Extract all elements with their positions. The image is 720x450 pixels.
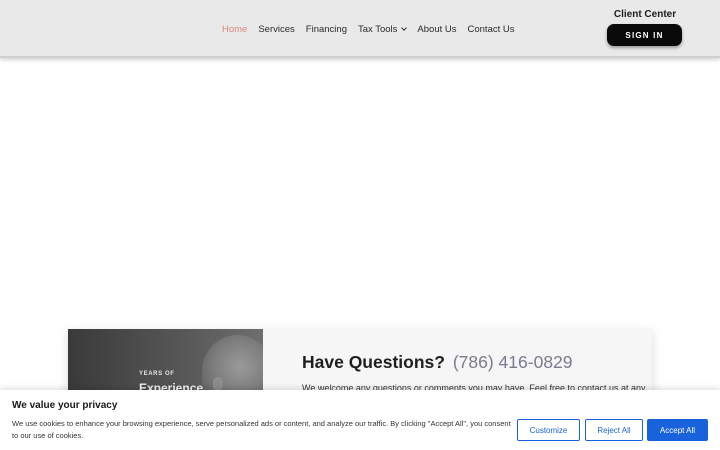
nav-item-label: About Us (417, 24, 457, 35)
nav-item-label: Tax Tools (357, 24, 398, 35)
nav-item-label: Contact Us (467, 24, 515, 35)
site-header: Home Services Financing Tax Tools About … (0, 0, 720, 58)
nav-item-tax-tools[interactable]: Tax Tools (357, 24, 408, 35)
chevron-down-icon (401, 25, 408, 31)
customize-button[interactable]: Customize (517, 419, 580, 441)
card-heading: Have Questions? (786) 416-0829 (302, 352, 573, 373)
years-of-label: YEARS OF (139, 371, 175, 377)
nav-item-label: Home (222, 24, 248, 35)
cookie-text: We use cookies to enhance your browsing … (12, 419, 511, 440)
nav-item-contact-us[interactable]: Contact Us (468, 24, 515, 35)
sign-in-button[interactable]: SIGN IN (607, 24, 682, 46)
main-nav: Home Services Financing Tax Tools About … (222, 24, 526, 35)
heading-text: Have Questions? (302, 352, 445, 372)
nav-item-label: Services (258, 24, 295, 35)
phone-number-link[interactable]: (786) 416-0829 (453, 352, 573, 372)
accept-all-button[interactable]: Accept All (647, 419, 708, 441)
client-center-title: Client Center (613, 9, 677, 20)
nav-item-financing[interactable]: Financing (306, 24, 347, 35)
nav-item-label: Financing (305, 24, 347, 35)
cookie-title: We value your privacy (12, 400, 118, 411)
person-photo-ear (213, 377, 223, 391)
nav-item-services[interactable]: Services (258, 24, 294, 35)
reject-all-button[interactable]: Reject All (585, 419, 643, 441)
nav-item-home[interactable]: Home (222, 24, 247, 35)
cookie-banner: We value your privacy We use cookies to … (0, 390, 720, 450)
page: Home Services Financing Tax Tools About … (0, 0, 720, 450)
nav-item-about-us[interactable]: About Us (417, 24, 456, 35)
